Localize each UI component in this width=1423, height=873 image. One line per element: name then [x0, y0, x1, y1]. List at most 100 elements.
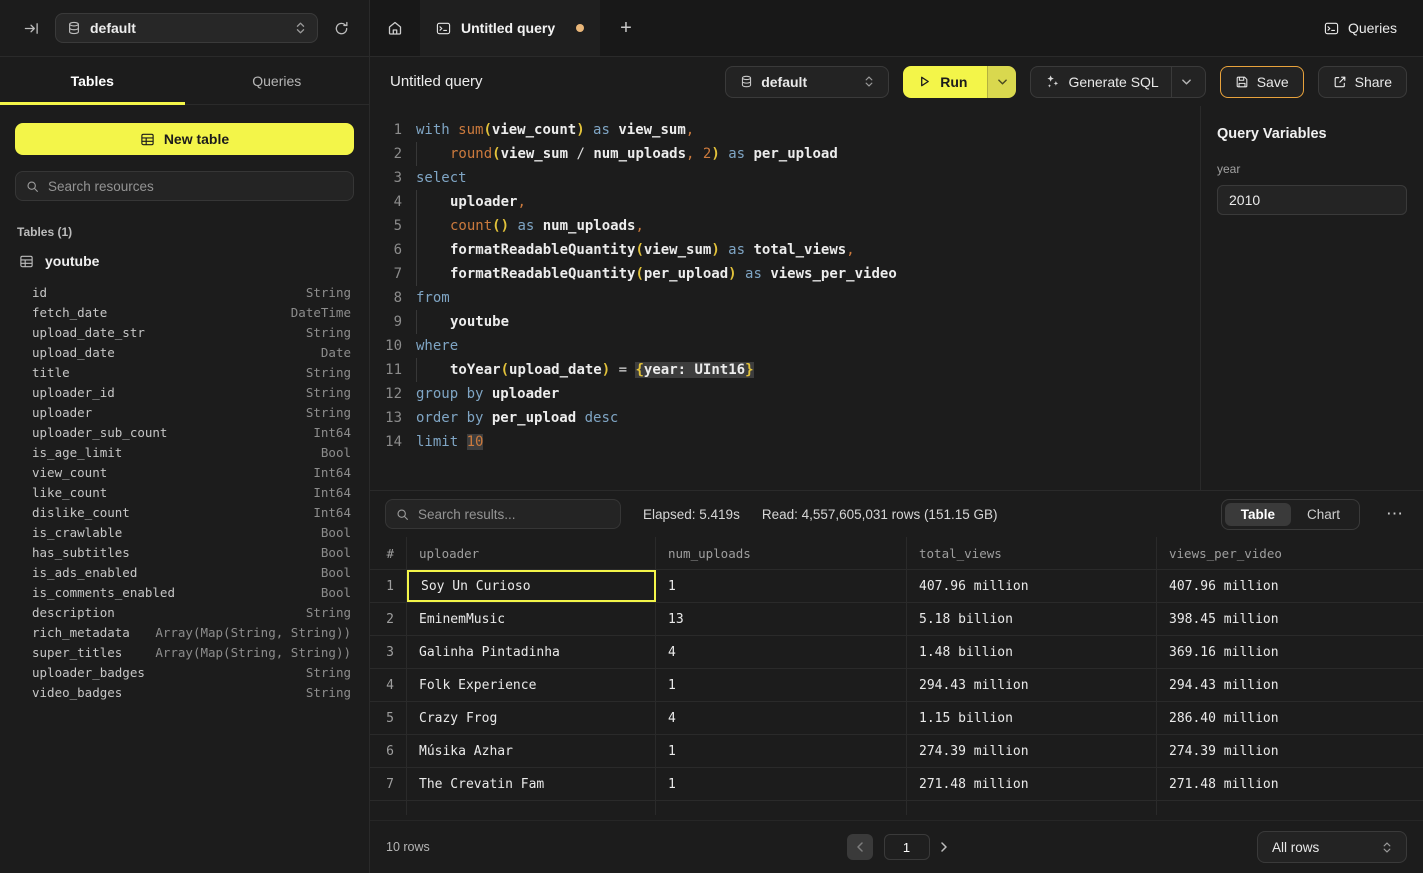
table-grid-icon	[19, 254, 34, 269]
sidebar-tab-tables[interactable]: Tables	[0, 57, 185, 104]
queries-button[interactable]: Queries	[1298, 0, 1423, 56]
code-line[interactable]: 12group by uploader	[370, 382, 1200, 406]
code-line[interactable]: 4uploader,	[370, 190, 1200, 214]
schema-column-row: uploader_idString	[15, 382, 354, 402]
code-line[interactable]: 6formatReadableQuantity(view_sum) as tot…	[370, 238, 1200, 262]
code-line[interactable]: 3select	[370, 166, 1200, 190]
save-button[interactable]: Save	[1220, 66, 1304, 98]
code-line[interactable]: 5count() as num_uploads,	[370, 214, 1200, 238]
results-panel: Elapsed: 5.419s Read: 4,557,605,031 rows…	[370, 490, 1423, 873]
row-number: 5	[370, 702, 407, 734]
view-toggle-table[interactable]: Table	[1225, 503, 1291, 526]
code-text: toYear(upload_date) = {year: UInt16}	[416, 358, 754, 382]
column-header[interactable]: total_views	[907, 537, 1157, 569]
sidebar-tab-queries[interactable]: Queries	[185, 57, 370, 104]
table-cell[interactable]: EminemMusic	[407, 603, 656, 635]
column-name: uploader	[32, 405, 92, 420]
more-options-button[interactable]: ⋯	[1382, 504, 1408, 524]
tab-untitled-query[interactable]: Untitled query	[420, 0, 600, 56]
table-cell[interactable]: Músika Azhar	[407, 735, 656, 767]
code-line[interactable]: 1with sum(view_count) as view_sum,	[370, 118, 1200, 142]
query-database-selector[interactable]: default	[725, 66, 889, 98]
code-line[interactable]: 13order by per_upload desc	[370, 406, 1200, 430]
column-header[interactable]: uploader	[407, 537, 656, 569]
table-item-youtube[interactable]: youtube	[15, 251, 354, 271]
generate-sql-button[interactable]: Generate SQL	[1030, 66, 1205, 98]
table-cell[interactable]: 271.48 million	[1157, 768, 1423, 800]
code-line[interactable]: 9youtube	[370, 310, 1200, 334]
code-line[interactable]: 8from	[370, 286, 1200, 310]
sql-editor[interactable]: 1with sum(view_count) as view_sum,2round…	[370, 106, 1200, 490]
column-name: uploader_sub_count	[32, 425, 167, 440]
table-cell[interactable]: 1	[656, 735, 907, 767]
results-table-header: #uploadernum_uploadstotal_viewsviews_per…	[370, 537, 1423, 570]
next-page-button[interactable]	[941, 842, 947, 852]
collapse-sidebar-button[interactable]	[20, 17, 43, 40]
previous-page-button[interactable]	[847, 834, 873, 860]
home-button[interactable]	[370, 0, 420, 56]
page-number[interactable]: 1	[884, 834, 930, 860]
header-row-number[interactable]: #	[370, 537, 407, 569]
line-number: 8	[370, 286, 402, 310]
table-cell[interactable]: 4	[656, 636, 907, 668]
column-header[interactable]: num_uploads	[656, 537, 907, 569]
code-line[interactable]: 14limit 10	[370, 430, 1200, 454]
table-cell[interactable]: Galinha Pintadinha	[407, 636, 656, 668]
run-options-button[interactable]	[987, 66, 1016, 98]
results-search-input[interactable]	[418, 507, 610, 522]
table-cell[interactable]: Soy Un Curioso	[407, 570, 656, 602]
column-name: description	[32, 605, 115, 620]
table-cell[interactable]: Folk Experience	[407, 669, 656, 701]
table-cell[interactable]: 274.39 million	[907, 735, 1157, 767]
column-name: upload_date_str	[32, 325, 145, 340]
table-row: 3Galinha Pintadinha41.48 billion369.16 m…	[370, 636, 1423, 669]
table-cell[interactable]: 5.18 billion	[907, 603, 1157, 635]
table-cell[interactable]: 398.45 million	[1157, 603, 1423, 635]
table-cell[interactable]: 294.43 million	[1157, 669, 1423, 701]
line-number: 9	[370, 310, 402, 334]
table-cell[interactable]: 13	[656, 603, 907, 635]
database-selector[interactable]: default	[55, 13, 318, 43]
new-tab-button[interactable]: +	[600, 0, 652, 56]
variable-input-year[interactable]	[1217, 185, 1407, 215]
table-cell[interactable]: 271.48 million	[907, 768, 1157, 800]
schema-column-row: uploader_badgesString	[15, 662, 354, 682]
table-cell[interactable]: 1.15 billion	[907, 702, 1157, 734]
table-cell[interactable]: 274.39 million	[1157, 735, 1423, 767]
column-header[interactable]: views_per_video	[1157, 537, 1423, 569]
table-cell[interactable]: 1	[656, 768, 907, 800]
table-row: 7The Crevatin Fam1271.48 million271.48 m…	[370, 768, 1423, 801]
chevron-left-icon	[857, 842, 863, 852]
line-number: 12	[370, 382, 402, 406]
code-line[interactable]: 11toYear(upload_date) = {year: UInt16}	[370, 358, 1200, 382]
table-cell[interactable]: 1.48 billion	[907, 636, 1157, 668]
table-cell[interactable]: 4	[656, 702, 907, 734]
table-cell[interactable]: Crazy Frog	[407, 702, 656, 734]
resource-search-input[interactable]	[48, 179, 343, 194]
table-cell[interactable]: 407.96 million	[907, 570, 1157, 602]
column-type: Int64	[313, 485, 351, 500]
new-table-button[interactable]: New table	[15, 123, 354, 155]
code-line[interactable]: 10where	[370, 334, 1200, 358]
table-cell[interactable]: 1	[656, 570, 907, 602]
code-line[interactable]: 2round(view_sum / num_uploads, 2) as per…	[370, 142, 1200, 166]
run-button[interactable]: Run	[903, 66, 987, 98]
code-line[interactable]: 7formatReadableQuantity(per_upload) as v…	[370, 262, 1200, 286]
variable-label-year: year	[1217, 162, 1407, 176]
row-number: 1	[370, 570, 407, 602]
view-toggle-chart[interactable]: Chart	[1291, 503, 1356, 526]
share-button-label: Share	[1355, 74, 1392, 90]
table-cell[interactable]: 369.16 million	[1157, 636, 1423, 668]
refresh-button[interactable]	[330, 17, 353, 40]
share-button[interactable]: Share	[1318, 66, 1407, 98]
table-cell[interactable]: 286.40 million	[1157, 702, 1423, 734]
table-cell[interactable]: 1	[656, 669, 907, 701]
search-icon	[396, 508, 409, 521]
table-cell[interactable]: 294.43 million	[907, 669, 1157, 701]
column-type: Bool	[321, 445, 351, 460]
table-cell[interactable]: 407.96 million	[1157, 570, 1423, 602]
table-cell[interactable]: The Crevatin Fam	[407, 768, 656, 800]
column-type: String	[306, 605, 351, 620]
tab-strip: Untitled query + Queries	[370, 0, 1423, 56]
page-size-selector[interactable]: All rows	[1257, 831, 1407, 863]
